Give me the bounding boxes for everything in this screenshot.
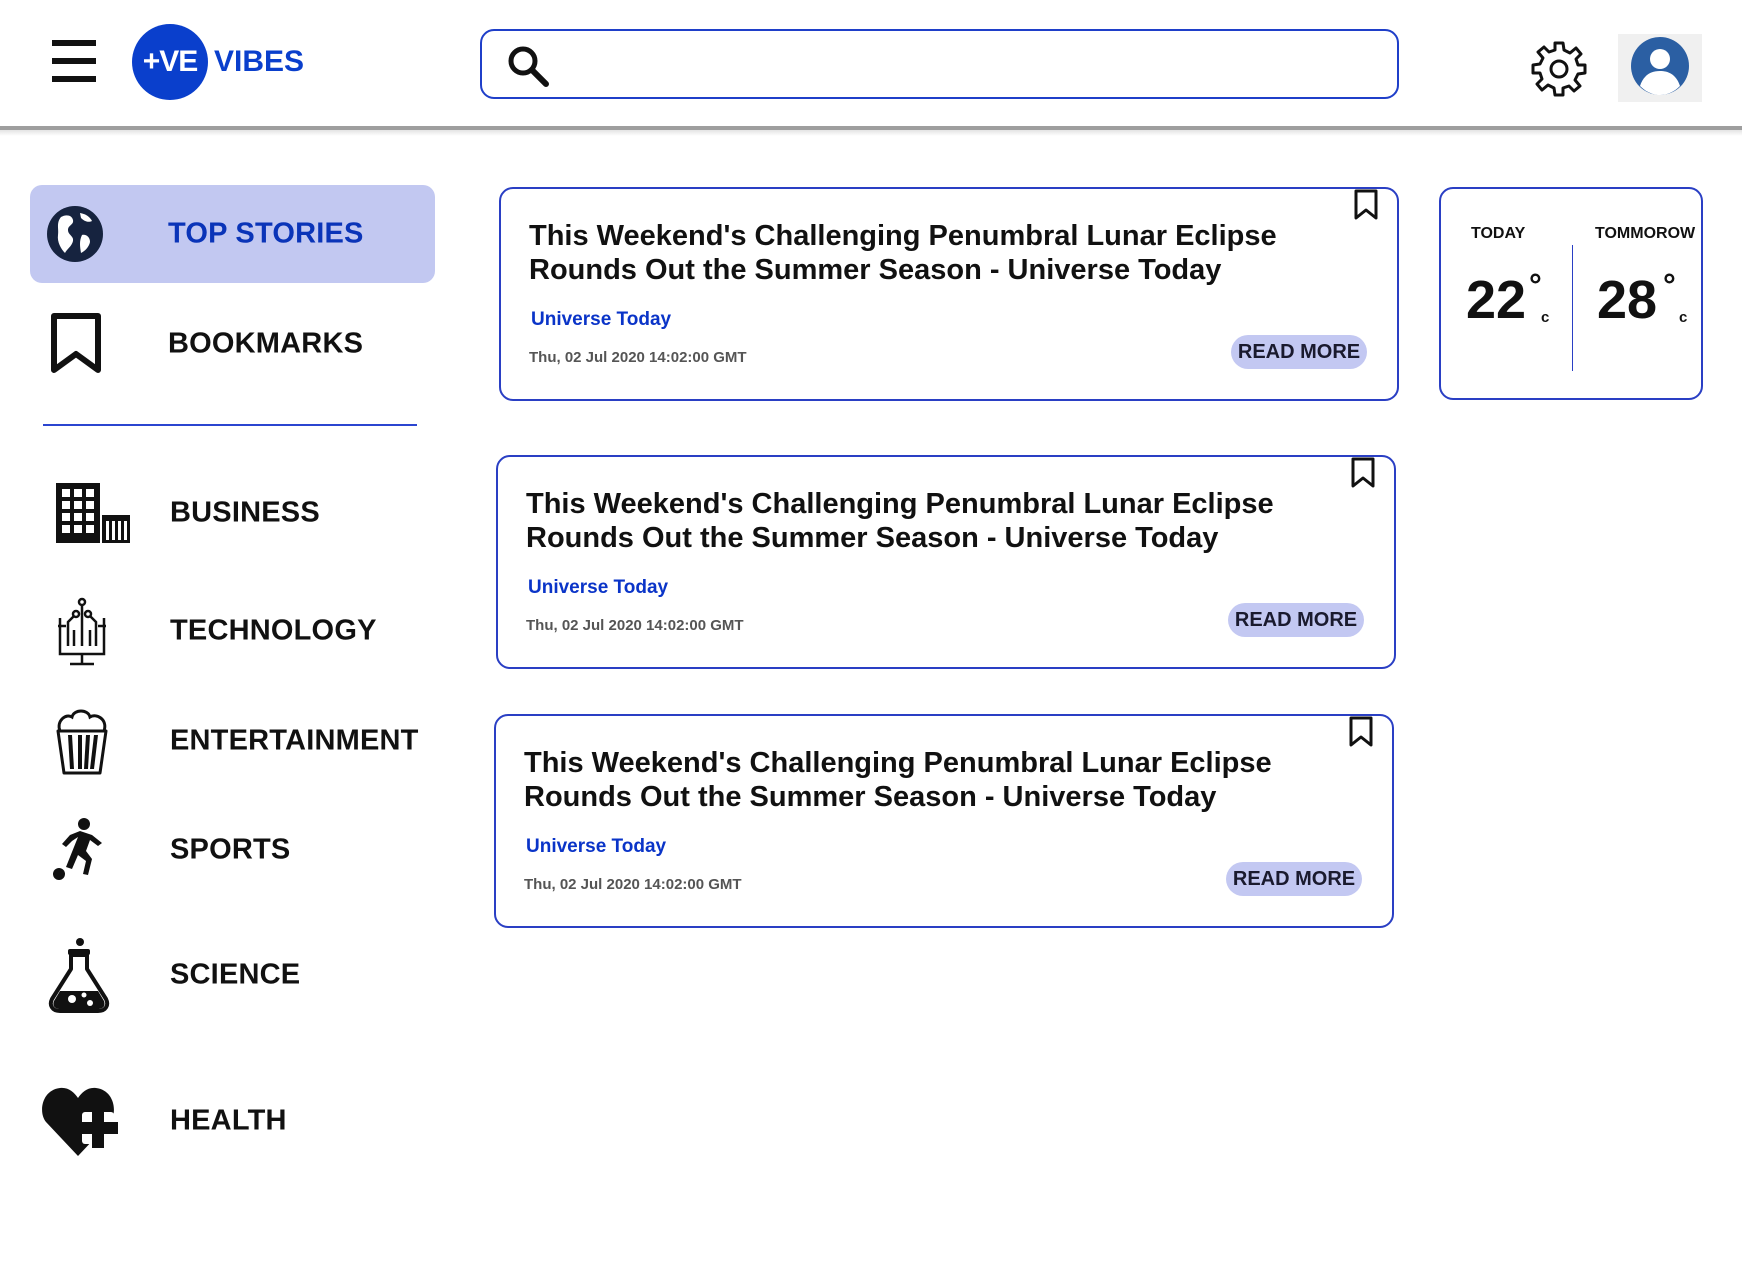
sidebar-item-business[interactable]: BUSINESS [30,464,435,562]
search-input[interactable] [572,41,1372,87]
sidebar-item-label: TECHNOLOGY [170,614,377,647]
header-shadow [0,130,1742,136]
sidebar-item-science[interactable]: SCIENCE [30,926,435,1024]
search-bar[interactable] [480,29,1399,99]
building-icon [56,483,130,543]
avatar[interactable] [1618,34,1702,102]
sidebar-item-top-stories[interactable]: TOP STORIES [30,185,435,283]
article-title[interactable]: This Weekend's Challenging Penumbral Lun… [524,746,1344,814]
article-card[interactable]: This Weekend's Challenging Penumbral Lun… [499,187,1399,401]
sidebar-item-label: BUSINESS [170,496,320,529]
sidebar-item-label: SCIENCE [170,958,301,991]
weather-day-label: TOMMOROW [1595,225,1696,242]
article-card[interactable]: This Weekend's Challenging Penumbral Lun… [494,714,1394,928]
sidebar-item-entertainment[interactable]: ENTERTAINMENT [30,692,435,790]
top-bar: +VE VIBES [0,0,1742,128]
gear-icon[interactable] [1530,40,1588,98]
sidebar-item-label: BOOKMARKS [168,327,364,360]
sidebar-item-label: ENTERTAINMENT [170,724,419,757]
weather-unit: c [1541,309,1550,326]
sidebar-item-health[interactable]: HEALTH [30,1072,435,1170]
search-icon[interactable] [506,44,550,88]
article-title[interactable]: This Weekend's Challenging Penumbral Lun… [526,487,1346,555]
menu-icon[interactable] [50,40,102,82]
bookmark-icon[interactable] [1353,189,1379,221]
circuit-icon [58,597,106,666]
article-source[interactable]: Universe Today [528,577,668,599]
logo-word: VIBES [214,45,305,78]
weather-degree: ° [1663,267,1676,303]
bookmark-icon [51,313,101,373]
heart-plus-icon [42,1087,118,1156]
weather-tomorrow: TOMMOROW 28 ° c [1573,189,1703,398]
sidebar-item-bookmarks[interactable]: BOOKMARKS [30,295,435,393]
read-more-button[interactable]: READ MORE [1231,335,1367,369]
weather-temperature: 22 [1466,270,1527,330]
sidebar-item-label: HEALTH [170,1104,287,1137]
article-card[interactable]: This Weekend's Challenging Penumbral Lun… [496,455,1396,669]
weather-day-label: TODAY [1471,225,1526,242]
sidebar-item-label: SPORTS [170,833,291,866]
article-source[interactable]: Universe Today [531,309,671,331]
logo-mark: +VE [132,24,208,100]
soccer-player-icon [53,818,102,880]
weather-temperature: 28 [1597,270,1658,330]
article-source[interactable]: Universe Today [526,836,666,858]
user-icon [1631,37,1689,95]
article-date: Thu, 02 Jul 2020 14:02:00 GMT [529,349,747,366]
globe-icon [47,206,103,262]
weather-today: TODAY 22 ° c [1441,189,1571,398]
bookmark-icon[interactable] [1348,716,1374,748]
bookmark-icon[interactable] [1350,457,1376,489]
article-date: Thu, 02 Jul 2020 14:02:00 GMT [526,617,744,634]
weather-unit: c [1679,309,1688,326]
popcorn-icon [56,709,108,775]
read-more-button[interactable]: READ MORE [1226,862,1362,896]
read-more-button[interactable]: READ MORE [1228,603,1364,637]
app-logo[interactable]: +VE VIBES [132,24,304,100]
weather-degree: ° [1529,267,1542,303]
article-title[interactable]: This Weekend's Challenging Penumbral Lun… [529,219,1349,287]
sidebar-item-label: TOP STORIES [168,217,364,250]
sidebar-item-sports[interactable]: SPORTS [30,801,435,899]
flask-icon [48,938,110,1013]
sidebar-item-technology[interactable]: TECHNOLOGY [30,582,435,680]
weather-widget: TODAY 22 ° c TOMMOROW 28 ° c [1439,187,1703,400]
sidebar-divider [43,424,417,426]
article-date: Thu, 02 Jul 2020 14:02:00 GMT [524,876,742,893]
